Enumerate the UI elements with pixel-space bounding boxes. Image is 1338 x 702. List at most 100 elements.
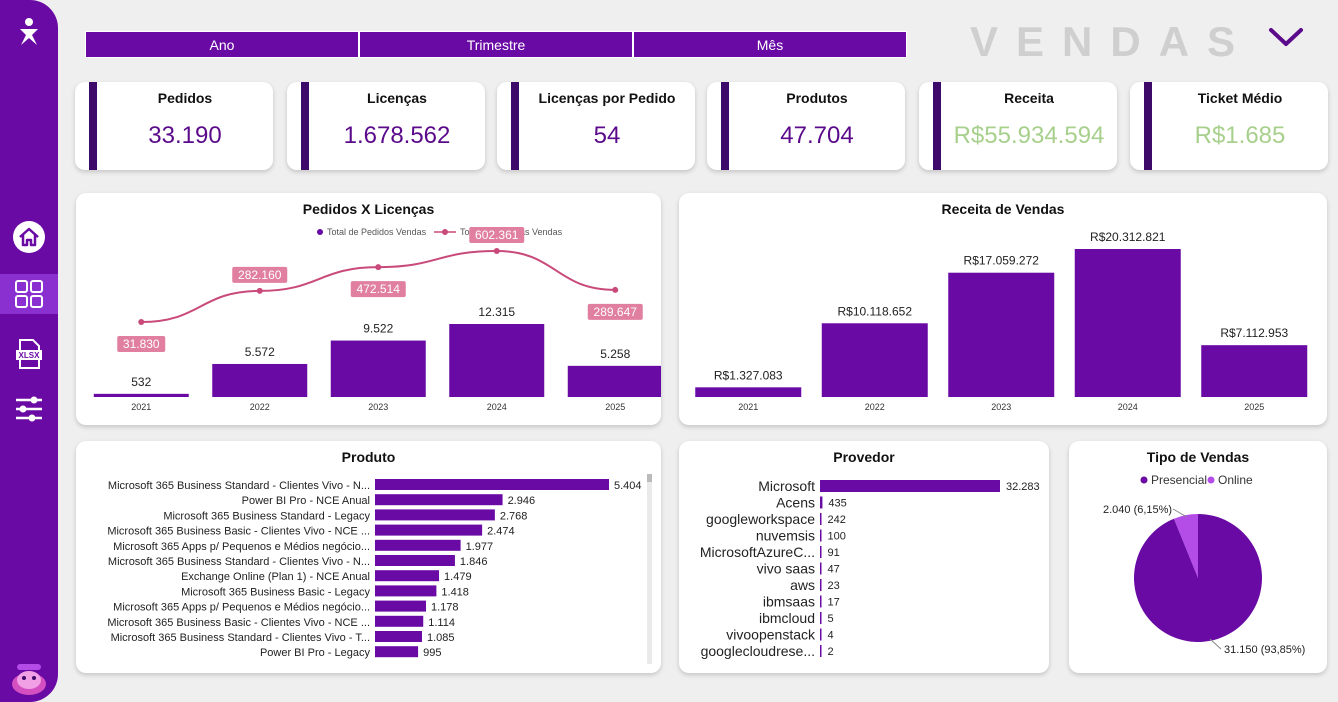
bar-provedor bbox=[820, 612, 822, 624]
chart-svg: R$1.327.083 2021 R$10.118.652 2022 R$17.059.… bbox=[695, 230, 1308, 412]
bar-data-label: 12.315 bbox=[478, 305, 515, 319]
bar-provedor bbox=[820, 513, 822, 525]
x-tick-label: 2023 bbox=[991, 402, 1011, 412]
bar-data-label: 2.768 bbox=[500, 510, 528, 522]
mascot-logo-icon bbox=[0, 652, 58, 700]
chart-provedor: Provedor Microsoft 32.283 Acens 435 googlewo… bbox=[679, 441, 1049, 673]
chevron-down-icon[interactable] bbox=[1268, 24, 1304, 57]
home-icon[interactable] bbox=[0, 218, 58, 256]
bar-data-label: 32.283 bbox=[1006, 481, 1040, 493]
bar-pedidos bbox=[212, 363, 308, 397]
chart-tipo-vendas: Tipo de Vendas Presencial Online 2.040 (6,… bbox=[1069, 441, 1327, 673]
kpi-label: Receita bbox=[1004, 90, 1054, 106]
y-category-label: Microsoft 365 Business Standard - Client… bbox=[108, 556, 370, 568]
kpi-card-licencas-por-pedido: Licenças por Pedido 54 bbox=[497, 82, 695, 170]
bar-receita bbox=[948, 272, 1055, 397]
bar-data-label: 1.846 bbox=[460, 556, 488, 568]
chart-pedidos-licencas: Pedidos X Licenças Total de Pedidos Vend… bbox=[76, 193, 661, 425]
bar-data-label: R$17.059.272 bbox=[964, 254, 1040, 268]
y-category-label: Microsoft 365 Business Basic - Clientes … bbox=[107, 526, 370, 538]
xlsx-icon[interactable]: XLSX bbox=[0, 336, 58, 372]
line-point-licencas bbox=[493, 248, 500, 254]
line-point-licencas bbox=[138, 319, 145, 326]
kpi-card-produtos: Produtos 47.704 bbox=[707, 82, 905, 170]
bar-data-label: R$20.312.821 bbox=[1090, 230, 1166, 244]
y-category-label: ibmsaas bbox=[763, 594, 815, 610]
dashboard-icon[interactable] bbox=[0, 274, 58, 314]
chart-receita-vendas: Receita de Vendas R$1.327.083 2021 R$10.11… bbox=[679, 193, 1327, 425]
y-category-label: Microsoft bbox=[758, 478, 815, 494]
y-category-label: Microsoft 365 Apps p/ Pequenos e Médios … bbox=[113, 602, 370, 614]
bar-data-label: 9.522 bbox=[363, 322, 393, 336]
tab-ano[interactable]: Ano bbox=[85, 31, 359, 58]
legend-marker-presencial bbox=[1140, 476, 1148, 484]
pie-data-label-online: 2.040 (6,15%) bbox=[1103, 504, 1172, 516]
bar-produto bbox=[375, 524, 483, 536]
bar-data-label: R$7.112.953 bbox=[1220, 326, 1288, 340]
kpi-value: 33.190 bbox=[148, 122, 222, 149]
sliders-icon[interactable] bbox=[0, 392, 58, 426]
bar-data-label: 1.418 bbox=[441, 586, 469, 598]
tab-trimestre[interactable]: Trimestre bbox=[359, 31, 633, 58]
chart-svg: Microsoft 365 Business Standard - Client… bbox=[107, 479, 642, 659]
bar-data-label: 5.258 bbox=[600, 347, 630, 361]
scrollbar-thumb[interactable] bbox=[647, 474, 652, 482]
bar-data-label: 100 bbox=[828, 531, 846, 543]
y-category-label: Exchange Online (Plan 1) - NCE Anual bbox=[181, 571, 370, 583]
kpi-accent-bar bbox=[721, 82, 729, 170]
line-point-licencas bbox=[612, 286, 619, 293]
scrollbar[interactable] bbox=[647, 474, 652, 664]
chart-svg: Presencial Online 2.040 (6,15%) 31.150 (93,… bbox=[1103, 473, 1305, 656]
legend-label-presencial: Presencial bbox=[1151, 473, 1207, 487]
bar-produto bbox=[375, 631, 422, 642]
legend-marker-licencas bbox=[442, 229, 448, 235]
bar-produto bbox=[375, 646, 419, 658]
kpi-accent-bar bbox=[301, 82, 309, 170]
bar-data-label: 1.085 bbox=[427, 632, 455, 644]
pie-leader-line bbox=[1209, 638, 1222, 650]
bar-produto bbox=[375, 555, 455, 566]
bar-data-label: 47 bbox=[828, 564, 840, 576]
tab-mes[interactable]: Mês bbox=[633, 31, 907, 58]
y-category-label: Power BI Pro - NCE Anual bbox=[242, 495, 370, 507]
y-category-label: vivo saas bbox=[757, 561, 815, 577]
bar-provedor bbox=[820, 562, 822, 575]
bar-produto bbox=[375, 585, 437, 597]
kpi-accent-bar bbox=[89, 82, 97, 170]
bar-pedidos bbox=[330, 340, 426, 397]
line-point-licencas bbox=[256, 287, 263, 294]
y-category-label: Power BI Pro - Legacy bbox=[260, 647, 371, 659]
legend-marker-pedidos bbox=[317, 229, 323, 235]
bar-provedor bbox=[820, 595, 822, 608]
bar-data-label: 242 bbox=[828, 514, 846, 526]
bar-data-label: 532 bbox=[131, 375, 151, 389]
y-category-label: googlecloudrese... bbox=[701, 643, 815, 659]
legend-label-pedidos: Total de Pedidos Vendas bbox=[327, 227, 427, 237]
bar-data-label: 2 bbox=[828, 646, 834, 658]
person-logo-icon bbox=[0, 14, 58, 50]
y-category-label: Microsoft 365 Business Basic - Legacy bbox=[181, 586, 370, 598]
kpi-accent-bar bbox=[1144, 82, 1152, 170]
svg-text:XLSX: XLSX bbox=[19, 351, 41, 360]
line-data-label: 472.514 bbox=[357, 282, 401, 296]
y-category-label: vivoopenstack bbox=[726, 627, 816, 643]
bar-data-label: 5.404 bbox=[614, 480, 642, 492]
line-data-label: 282.160 bbox=[238, 268, 282, 282]
kpi-value: 1.678.562 bbox=[343, 122, 451, 149]
legend-label-online: Online bbox=[1218, 473, 1253, 487]
x-tick-label: 2022 bbox=[250, 402, 270, 412]
x-tick-label: 2024 bbox=[487, 402, 507, 412]
bar-produto bbox=[375, 600, 427, 612]
bar-produto bbox=[375, 539, 461, 551]
bar-provedor bbox=[820, 645, 822, 657]
bar-data-label: 4 bbox=[828, 630, 834, 642]
period-tabs: Ano Trimestre Mês bbox=[85, 31, 907, 58]
bar-provedor bbox=[820, 529, 822, 542]
bar-data-label: 435 bbox=[828, 498, 846, 510]
pie-leader-line bbox=[1172, 508, 1188, 518]
bar-pedidos bbox=[93, 393, 189, 397]
bar-receita bbox=[821, 323, 928, 397]
x-tick-label: 2022 bbox=[865, 402, 885, 412]
bar-data-label: 23 bbox=[828, 580, 840, 592]
bar-provedor bbox=[820, 546, 822, 558]
